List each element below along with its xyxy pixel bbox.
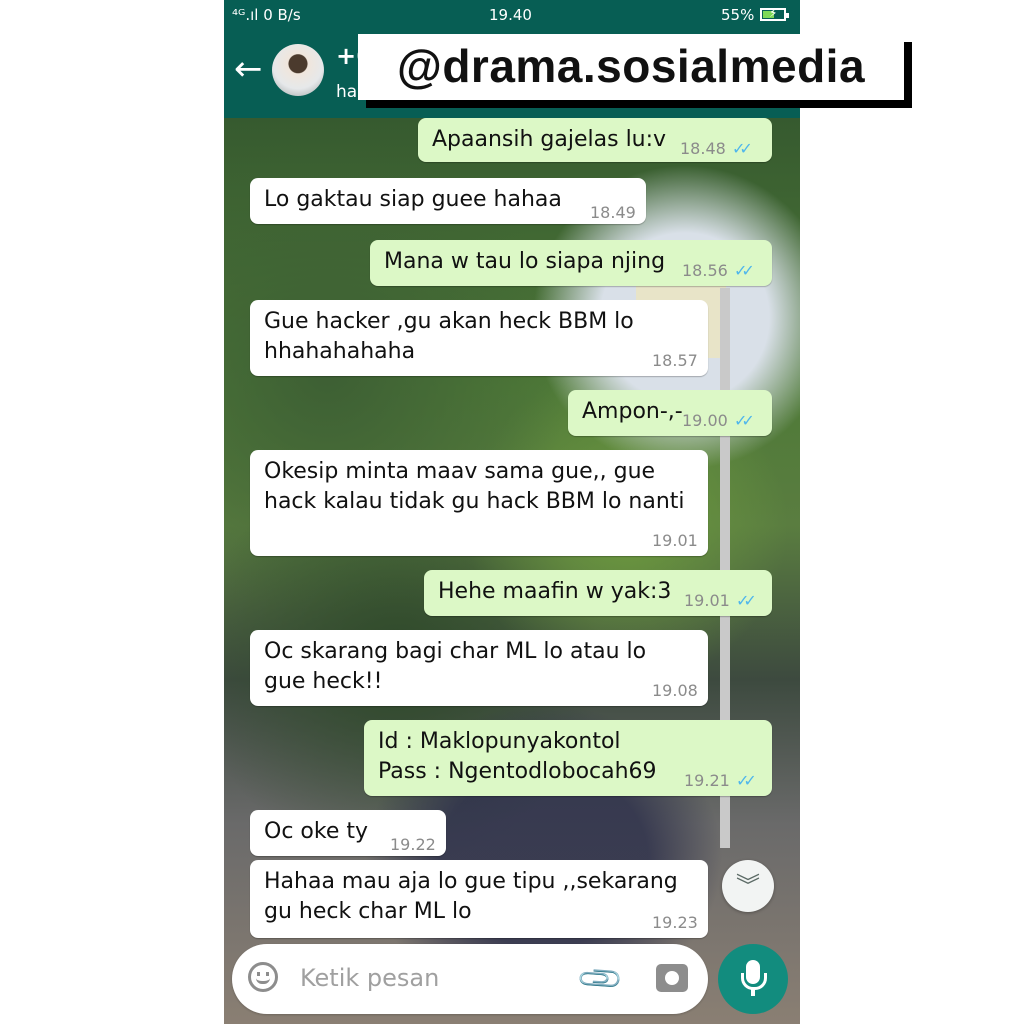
charging-bolt-icon: ⚡	[769, 6, 778, 20]
outgoing-message[interactable]: Apaansih gajelas lu:v 18.48 ✓✓	[418, 118, 772, 162]
incoming-message[interactable]: Oc oke ty 19.22	[250, 810, 446, 856]
double-check-icon: ✓✓	[732, 139, 753, 158]
clock: 19.40	[489, 6, 532, 24]
message-text: Mana w tau lo siapa njing	[384, 249, 666, 274]
paperclip-icon[interactable]: 📎	[575, 954, 626, 1005]
message-text: Ampon-,-	[582, 399, 683, 424]
double-check-icon: ✓✓	[734, 411, 755, 430]
message-time: 19.21	[684, 771, 730, 790]
outgoing-message[interactable]: Hehe maafin w yak:3 19.01 ✓✓	[424, 570, 772, 616]
message-text: Apaansih gajelas lu:v	[432, 127, 667, 152]
incoming-message[interactable]: Okesip minta maav sama gue,, gue hack ka…	[250, 450, 708, 556]
outgoing-message[interactable]: Id : Maklopunyakontol Pass : Ngentodlobo…	[364, 720, 772, 796]
battery-icon: ⚡	[760, 6, 789, 21]
arrow-left-icon[interactable]: ←	[234, 52, 263, 86]
double-check-icon: ✓✓	[734, 261, 755, 280]
camera-icon[interactable]	[656, 964, 688, 992]
message-text: Id : Maklopunyakontol Pass : Ngentodlobo…	[378, 729, 657, 784]
message-text: Hehe maafin w yak:3	[438, 579, 672, 604]
message-time: 18.49	[590, 203, 636, 222]
mic-icon	[741, 960, 767, 990]
message-time: 19.01	[684, 591, 730, 610]
watermark-banner: @drama.sosialmedia	[358, 34, 904, 100]
message-text: Oc oke ty	[264, 819, 368, 844]
message-time: 19.23	[652, 913, 698, 932]
chat-screen: ⁴ᴳ.ıl 0 B/s 19.40 55% ⚡ ← +6 ha Apaansih…	[224, 0, 800, 1024]
message-text: Oc skarang bagi char ML lo atau lo gue h…	[264, 639, 647, 694]
message-text: Okesip minta maav sama gue,, gue hack ka…	[264, 459, 685, 514]
double-chevron-down-icon[interactable]: ︾	[722, 860, 774, 912]
mic-stand	[751, 988, 755, 996]
status-bar: ⁴ᴳ.ıl 0 B/s 19.40 55% ⚡	[224, 0, 800, 30]
double-check-icon: ✓✓	[736, 591, 757, 610]
battery-percent: 55%	[721, 6, 755, 24]
mic-button[interactable]	[718, 944, 788, 1014]
incoming-message[interactable]: Gue hacker ,gu akan heck BBM lo hhahahah…	[250, 300, 708, 376]
incoming-message[interactable]: Lo gaktau siap guee hahaa 18.49	[250, 178, 646, 224]
message-time: 18.56	[682, 261, 728, 280]
message-time: 18.57	[652, 351, 698, 370]
message-time: 19.08	[652, 681, 698, 700]
message-time: 18.48	[680, 139, 726, 158]
network-status: ⁴ᴳ.ıl 0 B/s	[232, 6, 301, 24]
message-text: Gue hacker ,gu akan heck BBM lo hhahahah…	[264, 309, 634, 364]
double-check-icon: ✓✓	[736, 771, 757, 790]
outgoing-message[interactable]: Ampon-,- 19.00 ✓✓	[568, 390, 772, 436]
message-time: 19.01	[652, 531, 698, 550]
message-time: 19.00	[682, 411, 728, 430]
message-composer[interactable]: Ketik pesan 📎	[232, 944, 708, 1014]
message-time: 19.22	[390, 835, 436, 854]
incoming-message[interactable]: Hahaa mau aja lo gue tipu ,,sekarang gu …	[250, 860, 708, 938]
message-text: Lo gaktau siap guee hahaa	[264, 187, 562, 212]
incoming-message[interactable]: Oc skarang bagi char ML lo atau lo gue h…	[250, 630, 708, 706]
contact-status: ha	[336, 82, 358, 102]
emoji-icon[interactable]	[248, 962, 278, 992]
outgoing-message[interactable]: Mana w tau lo siapa njing 18.56 ✓✓	[370, 240, 772, 286]
avatar[interactable]	[272, 44, 324, 96]
message-input[interactable]: Ketik pesan	[300, 964, 439, 992]
message-text: Hahaa mau aja lo gue tipu ,,sekarang gu …	[264, 869, 678, 924]
